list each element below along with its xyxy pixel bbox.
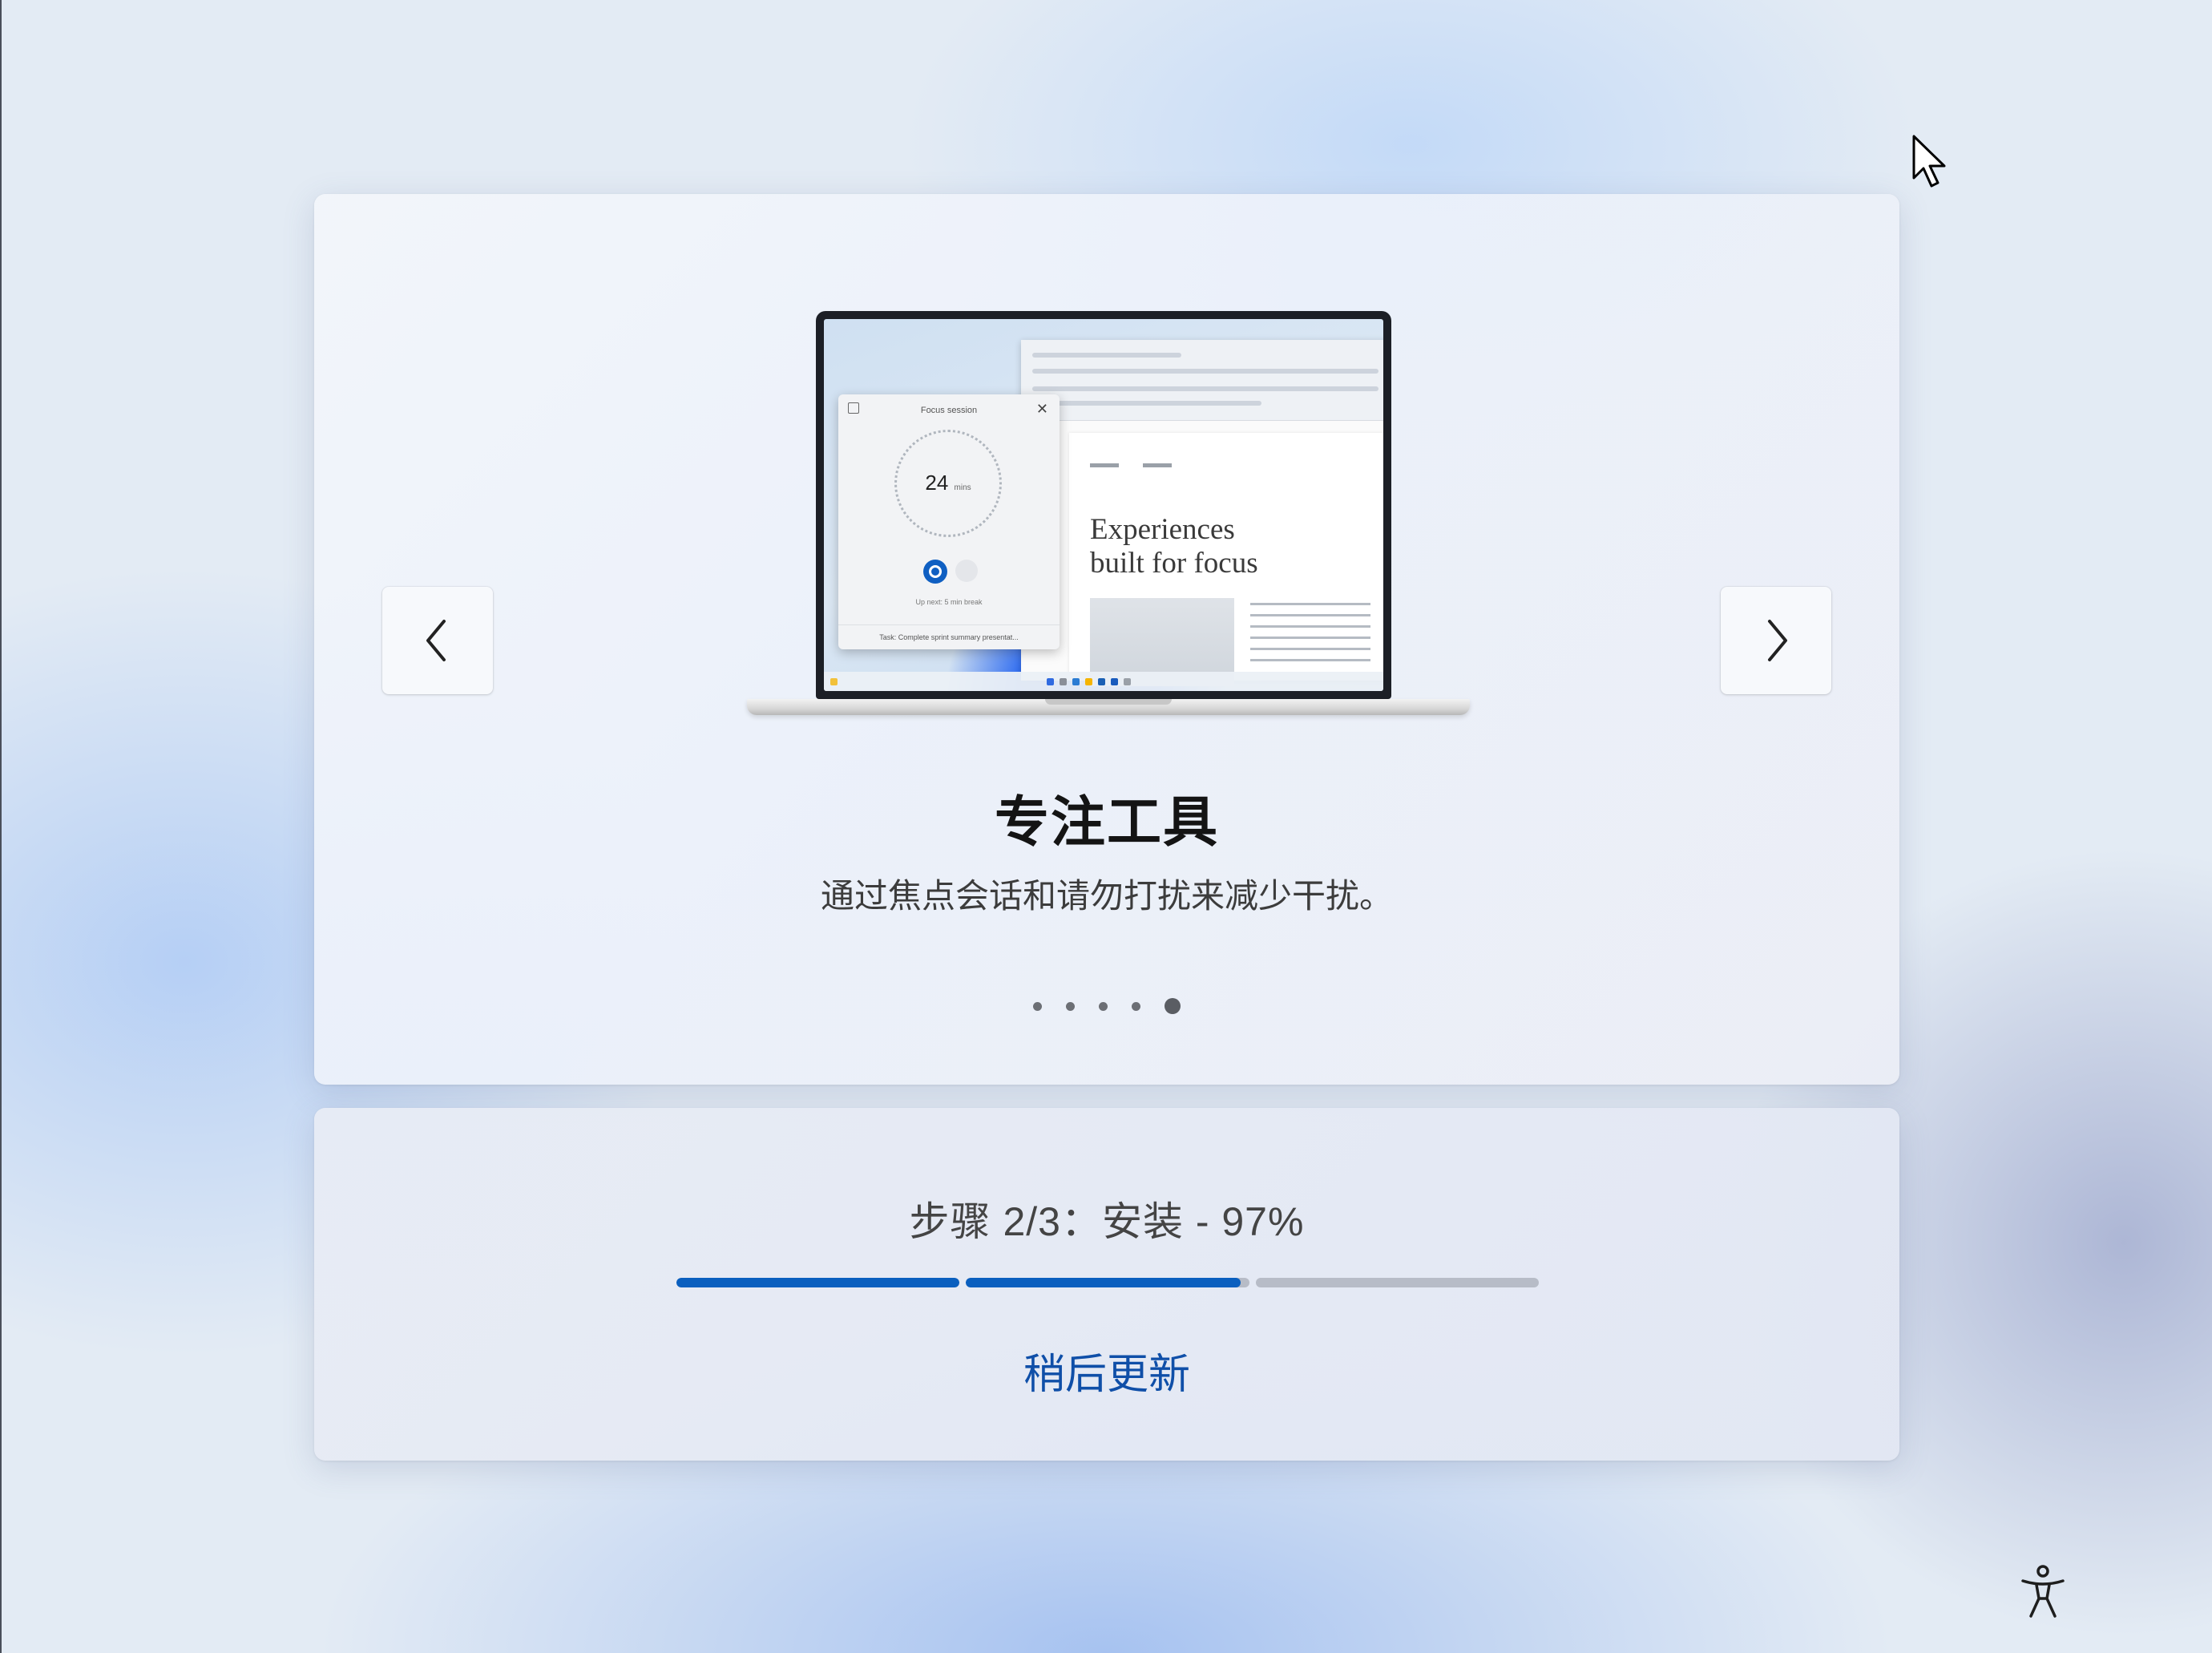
taskbar-app-icon xyxy=(1085,678,1092,685)
illustration-taskbar xyxy=(824,672,1383,691)
focus-session-title: Focus session xyxy=(920,406,978,415)
focus-start-icon xyxy=(923,560,947,584)
document-text-line xyxy=(1250,637,1370,639)
document-text-line xyxy=(1250,625,1370,628)
weather-icon xyxy=(830,678,838,685)
progress-bar xyxy=(676,1278,1539,1289)
carousel-pagination xyxy=(314,994,1899,1018)
accessibility-icon[interactable] xyxy=(2020,1563,2066,1619)
update-progress-card: 步骤 2/3：安装 - 97% 稍后更新 xyxy=(314,1108,1899,1461)
ribbon-line xyxy=(1032,369,1378,374)
taskbar-app-icon xyxy=(1072,678,1080,685)
carousel-dot-5[interactable] xyxy=(1165,998,1181,1014)
progress-segment-fill xyxy=(966,1278,1241,1287)
document-page: Experiences built for focus xyxy=(1069,433,1383,686)
focus-next-note: Up next: 5 min break xyxy=(915,598,983,606)
focus-minutes-unit: mins xyxy=(954,483,971,492)
taskbar-app-icon xyxy=(1111,678,1118,685)
previous-slide-button[interactable] xyxy=(382,587,493,694)
focus-task-text: Task: Complete sprint summary presentat.… xyxy=(838,624,1060,649)
laptop-lid: Experiences built for focus Focus sessio… xyxy=(816,311,1391,699)
focus-session-window: Focus session ✕ 24 mins Up next: 5 min b… xyxy=(838,394,1060,649)
feature-carousel-card: Experiences built for focus Focus sessio… xyxy=(314,194,1899,1085)
document-text-line xyxy=(1250,614,1370,616)
taskbar-app-icon xyxy=(1124,678,1131,685)
progress-segment-3 xyxy=(1255,1278,1539,1287)
progress-segment-1 xyxy=(676,1278,960,1287)
window-edge xyxy=(0,0,2,1653)
carousel-dot-1[interactable] xyxy=(1033,1001,1042,1011)
progress-segment-2 xyxy=(966,1278,1249,1287)
document-text-line xyxy=(1250,659,1370,661)
focus-more-icon xyxy=(955,560,978,582)
focus-timer-dial: 24 mins xyxy=(894,430,1002,537)
ribbon-line xyxy=(1032,353,1181,358)
ribbon-line xyxy=(1032,386,1378,391)
carousel-dot-4[interactable] xyxy=(1132,1001,1140,1011)
document-heading: Experiences built for focus xyxy=(1090,513,1330,580)
start-icon xyxy=(1047,678,1054,685)
laptop-notch xyxy=(1045,699,1172,705)
carousel-dot-2[interactable] xyxy=(1066,1001,1075,1011)
focus-minutes: 24 xyxy=(925,471,949,495)
document-tabs xyxy=(1090,457,1330,467)
carousel-dot-3[interactable] xyxy=(1099,1001,1108,1011)
document-window: Experiences built for focus xyxy=(1021,340,1383,686)
document-text-line xyxy=(1250,603,1370,605)
taskbar-app-icon xyxy=(1098,678,1105,685)
progress-segment-fill xyxy=(676,1278,960,1287)
slide-description: 通过焦点会话和请勿打扰来减少干扰。 xyxy=(820,877,1393,915)
update-later-link[interactable]: 稍后更新 xyxy=(314,1340,1899,1400)
taskbar-app-icon xyxy=(1060,678,1067,685)
progress-status-text: 步骤 2/3：安装 - 97% xyxy=(909,1199,1305,1244)
document-ribbon xyxy=(1021,340,1383,421)
close-icon: ✕ xyxy=(1035,401,1048,417)
next-slide-button[interactable] xyxy=(1721,587,1831,694)
chevron-right-icon xyxy=(1768,620,1787,661)
chevron-left-icon xyxy=(426,620,446,661)
focus-timer-value: 24 mins xyxy=(897,471,999,495)
document-heading-line1: Experiences xyxy=(1090,513,1235,546)
mouse-pointer-icon xyxy=(1912,135,1946,188)
laptop-screen: Experiences built for focus Focus sessio… xyxy=(824,319,1383,691)
document-text-line xyxy=(1250,648,1370,650)
document-heading-line2: built for focus xyxy=(1090,547,1258,580)
ribbon-line xyxy=(1032,401,1261,406)
slide-title: 专注工具 xyxy=(994,792,1219,853)
